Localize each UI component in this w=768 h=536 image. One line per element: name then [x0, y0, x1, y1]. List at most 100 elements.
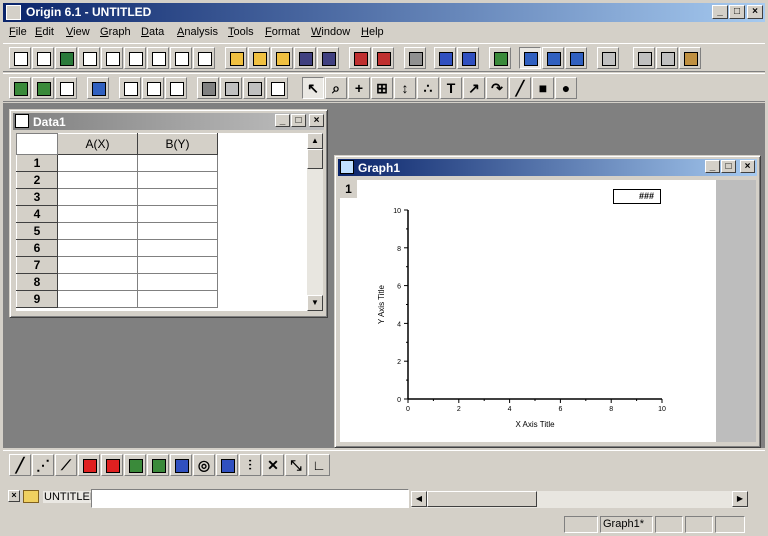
cell[interactable] — [137, 205, 218, 223]
data-selector-icon[interactable]: ↕ — [394, 77, 416, 99]
timestamp-icon[interactable] — [266, 77, 288, 99]
project-explorer-close-button[interactable]: × — [8, 490, 20, 502]
open-excel-icon[interactable] — [271, 47, 293, 69]
fill-area-icon[interactable] — [170, 454, 192, 476]
cell[interactable] — [57, 290, 138, 308]
menu-graph[interactable]: Graph — [100, 26, 131, 38]
worksheet-vertical-scrollbar[interactable]: ▲ ▼ — [307, 133, 323, 311]
graph-title-bar[interactable]: Graph1 _ □ × — [338, 159, 757, 176]
script-window-icon[interactable] — [542, 47, 564, 69]
cell[interactable] — [57, 273, 138, 291]
screen-reader-icon[interactable]: + — [348, 77, 370, 99]
layer-2-icon[interactable] — [142, 77, 164, 99]
menu-view[interactable]: View — [66, 26, 90, 38]
arrow-tool-icon[interactable]: ↗ — [463, 77, 485, 99]
code-builder-icon[interactable] — [565, 47, 587, 69]
row-header[interactable]: 2 — [16, 171, 58, 189]
scroll-left-button[interactable]: ◀ — [411, 491, 427, 507]
ternary-plot-icon[interactable] — [216, 454, 238, 476]
menu-tools[interactable]: Tools — [228, 26, 254, 38]
open-template-icon[interactable] — [248, 47, 270, 69]
layer-4-icon[interactable] — [165, 77, 187, 99]
cell[interactable] — [57, 239, 138, 257]
cell[interactable] — [137, 290, 218, 308]
hi-lo-close-icon[interactable]: ⫶ — [239, 454, 261, 476]
cell[interactable] — [57, 205, 138, 223]
import-multiple-ascii-icon[interactable] — [372, 47, 394, 69]
whole-page-icon[interactable] — [55, 77, 77, 99]
worksheet-title-bar[interactable]: Data1 _ □ × — [13, 113, 324, 130]
extract-layer-icon[interactable] — [220, 77, 242, 99]
import-ascii-icon[interactable] — [349, 47, 371, 69]
column-header-b[interactable]: B(Y) — [137, 133, 218, 155]
menu-data[interactable]: Data — [141, 26, 164, 38]
graph-window[interactable]: Graph1 _ □ × 1 ### 0 2 4 6 8 10 0 2 4 6 8 10 X Axis… — [334, 155, 761, 448]
worksheet-window[interactable]: Data1 _ □ × A(X) B(Y) 1 2 3 4 5 6 7 8 9 — [9, 109, 328, 318]
row-header[interactable]: 6 — [16, 239, 58, 257]
project-contents-pane[interactable] — [91, 489, 409, 508]
worksheet-close-button[interactable]: × — [309, 114, 324, 127]
pie-chart-icon[interactable] — [124, 454, 146, 476]
plot-area[interactable]: 0 2 4 6 8 10 0 2 4 6 8 10 X Axis Title Y Axis Title — [340, 180, 716, 442]
cell[interactable] — [57, 188, 138, 206]
new-function-icon[interactable] — [124, 47, 146, 69]
minimize-button[interactable]: _ — [712, 5, 728, 19]
cell[interactable] — [57, 171, 138, 189]
worksheet-icon[interactable] — [15, 114, 29, 128]
duplicate-icon[interactable] — [434, 47, 456, 69]
print-icon[interactable] — [404, 47, 426, 69]
menu-edit[interactable]: Edit — [35, 26, 54, 38]
oval-tool-icon[interactable]: ● — [555, 77, 577, 99]
graph-minimize-button[interactable]: _ — [705, 160, 720, 173]
vector-xyxy-icon[interactable]: ⤡ — [285, 454, 307, 476]
column-header-a[interactable]: A(X) — [57, 133, 138, 155]
close-button[interactable]: × — [747, 5, 763, 19]
curved-arrow-icon[interactable]: ↷ — [486, 77, 508, 99]
polar-plot-icon[interactable]: ◎ — [193, 454, 215, 476]
scroll-right-button[interactable]: ▶ — [732, 491, 748, 507]
select-all-corner[interactable] — [16, 133, 58, 155]
scroll-down-button[interactable]: ▼ — [307, 295, 323, 311]
cell[interactable] — [137, 239, 218, 257]
save-template-icon[interactable] — [317, 47, 339, 69]
new-graph-icon[interactable] — [78, 47, 100, 69]
scroll-up-button[interactable]: ▲ — [307, 133, 323, 149]
hscroll-thumb[interactable] — [427, 491, 537, 507]
data-reader-icon[interactable]: ⊞ — [371, 77, 393, 99]
app-title-bar[interactable]: Origin 6.1 - UNTITLED _ □ × — [3, 3, 765, 22]
new-project-icon[interactable] — [9, 47, 31, 69]
save-project-icon[interactable] — [294, 47, 316, 69]
zoom-out-icon[interactable] — [32, 77, 54, 99]
zoom-tool-icon[interactable]: ⌕ — [325, 77, 347, 99]
new-notes-icon[interactable] — [170, 47, 192, 69]
menu-format[interactable]: Format — [265, 26, 300, 38]
results-log-icon[interactable] — [519, 47, 541, 69]
pointer-icon[interactable]: ↖ — [302, 77, 324, 99]
line-plot-icon[interactable]: ╱ — [9, 454, 31, 476]
worksheet-minimize-button[interactable]: _ — [275, 114, 290, 127]
layer-1-icon[interactable] — [119, 77, 141, 99]
row-header[interactable]: 8 — [16, 273, 58, 291]
menu-help[interactable]: Help — [361, 26, 384, 38]
menu-analysis[interactable]: Analysis — [177, 26, 218, 38]
zoom-in-icon[interactable] — [9, 77, 31, 99]
scroll-thumb[interactable] — [307, 149, 323, 169]
cell[interactable] — [137, 256, 218, 274]
draw-data-icon[interactable]: ∴ — [417, 77, 439, 99]
worksheet-grid[interactable]: A(X) B(Y) 1 2 3 4 5 6 7 8 9 — [16, 133, 312, 311]
graph-page[interactable]: 1 ### 0 2 4 6 8 10 0 2 4 6 8 10 X Axis Title Y Axis… — [340, 180, 716, 442]
graph-close-button[interactable]: × — [740, 160, 755, 173]
open-icon[interactable] — [225, 47, 247, 69]
row-header[interactable]: 9 — [16, 290, 58, 308]
bar-plot-icon[interactable] — [101, 454, 123, 476]
cell[interactable] — [137, 171, 218, 189]
column-plot-icon[interactable] — [78, 454, 100, 476]
vector-xyam-icon[interactable]: ✕ — [262, 454, 284, 476]
row-header[interactable]: 4 — [16, 205, 58, 223]
paste-icon[interactable] — [679, 47, 701, 69]
new-layout-icon[interactable] — [147, 47, 169, 69]
template-library-icon[interactable]: ∟ — [308, 454, 330, 476]
new-template-icon[interactable] — [193, 47, 215, 69]
cut-icon[interactable] — [633, 47, 655, 69]
cell[interactable] — [137, 273, 218, 291]
